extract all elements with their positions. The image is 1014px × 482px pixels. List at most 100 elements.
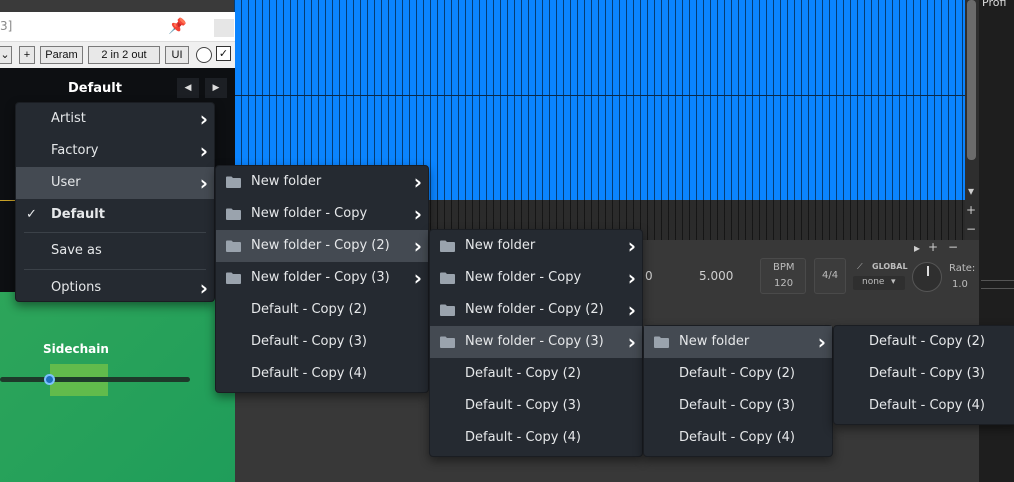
global-label: GLOBAL [872, 262, 908, 271]
folder-icon [226, 272, 241, 284]
bpm-box[interactable]: BPM 120 [760, 258, 806, 294]
time-value-b: 5.000 [699, 269, 734, 283]
close-button[interactable] [214, 19, 234, 37]
sidechain-slider-track[interactable] [0, 377, 190, 382]
menu-item[interactable]: New folder › [430, 230, 642, 262]
global-icon: ⟋ [857, 262, 863, 271]
menu-item[interactable]: New folder - Copy › [430, 262, 642, 294]
zoom-in-icon[interactable]: + [964, 203, 978, 217]
menu-item[interactable]: Default - Copy (2) [834, 326, 1014, 358]
scroll-down-icon[interactable]: ▾ [964, 184, 978, 198]
plugin-title: 3] [0, 19, 13, 33]
menu-item-label: Default - Copy (3) [679, 398, 795, 413]
chevron-right-icon: › [199, 107, 208, 131]
menu-item-label: Options [51, 280, 102, 295]
menu-item-label: New folder [465, 238, 536, 253]
menu-item-label: New folder - Copy (2) [251, 238, 390, 253]
preset-name[interactable]: Default [15, 78, 175, 100]
menu-item-label: Default - Copy (3) [869, 366, 985, 381]
chevron-right-icon: › [413, 202, 422, 226]
menu-item[interactable]: Save as [16, 234, 214, 268]
bpm-value[interactable]: 120 [774, 278, 793, 289]
play-icon[interactable]: ▸ [910, 241, 924, 255]
chevron-right-icon: › [199, 139, 208, 163]
menu-item[interactable]: New folder - Copy (2) › [430, 294, 642, 326]
chevron-right-icon: › [413, 234, 422, 258]
menu-item-label: Artist [51, 111, 86, 126]
param-button[interactable]: Param [40, 46, 83, 64]
menu-item[interactable]: Default - Copy (4) [430, 422, 642, 454]
menu-item[interactable]: New folder - Copy (3) › [430, 326, 642, 358]
io-button[interactable]: 2 in 2 out [88, 46, 160, 64]
menu-item[interactable]: New folder - Copy (3) › [216, 262, 428, 294]
menu-item[interactable]: New folder › [644, 326, 832, 358]
preset-dropdown[interactable]: ⌄ [0, 46, 12, 64]
menu-item[interactable]: Factory › [16, 135, 214, 167]
menu-item[interactable]: Artist › [16, 103, 214, 135]
chevron-right-icon: › [627, 330, 636, 354]
preset-bar: Default ◀ ▶ [15, 78, 229, 100]
enable-checkbox[interactable]: ✓ [216, 46, 231, 61]
menu-item[interactable]: New folder - Copy › [216, 198, 428, 230]
menu-item[interactable]: Default - Copy (4) [834, 390, 1014, 422]
folder-copy-2-submenu: New folder › New folder - Copy › New folder … [429, 229, 643, 457]
menu-item[interactable]: Default - Copy (3) [216, 326, 428, 358]
menu-item[interactable]: Default - Copy (3) [834, 358, 1014, 390]
menu-item[interactable]: Default - Copy (3) [430, 390, 642, 422]
plugin-panel [0, 292, 235, 482]
sidechain-slider-handle[interactable] [44, 374, 55, 385]
dropdown-icon[interactable]: ▾ [891, 277, 896, 287]
vertical-scrollbar-thumb[interactable] [967, 0, 976, 160]
menu-item[interactable]: New folder › [216, 166, 428, 198]
menu-item-label: Default [51, 207, 105, 222]
bpm-label: BPM [773, 262, 795, 273]
folder-icon [654, 336, 669, 348]
plugin-toolbar: ⌄ + Param 2 in 2 out UI ✓ [0, 42, 235, 68]
user-submenu: New folder › New folder - Copy › New folder … [215, 165, 429, 393]
accent-line [0, 200, 16, 201]
menu-item-label: Factory [51, 143, 99, 158]
menu-item[interactable]: Default - Copy (4) [216, 358, 428, 390]
menu-item[interactable]: Options › [16, 271, 214, 305]
rate-label: Rate: [949, 263, 976, 274]
menu-item-label: New folder - Copy (2) [465, 302, 604, 317]
folder-icon [226, 208, 241, 220]
menu-item[interactable]: Default - Copy (2) [216, 294, 428, 326]
time-signature-box[interactable]: 4/4 [814, 258, 846, 294]
menu-item[interactable]: Default - Copy (2) [430, 358, 642, 390]
chevron-right-icon: › [413, 266, 422, 290]
folder-icon [440, 240, 455, 252]
remove-track-icon[interactable]: − [946, 240, 960, 254]
clip-center-line [234, 95, 965, 96]
menu-item[interactable]: Default - Copy (2) [644, 358, 832, 390]
folder-icon [440, 272, 455, 284]
right-panel-divider [981, 288, 1014, 289]
chevron-right-icon: › [627, 234, 636, 258]
preset-next-icon[interactable]: ▶ [205, 78, 227, 98]
menu-item-label: New folder - Copy [465, 270, 582, 285]
preset-prev-icon[interactable]: ◀ [177, 78, 199, 98]
chevron-right-icon: › [199, 276, 208, 300]
folder-icon [440, 304, 455, 316]
sidechain-label: Sidechain [43, 342, 109, 356]
menu-item[interactable]: New folder - Copy (2) › [216, 230, 428, 262]
right-panel-divider [981, 280, 1014, 281]
zoom-out-icon[interactable]: − [964, 222, 978, 236]
menu-item[interactable]: Default - Copy (3) [644, 390, 832, 422]
chevron-right-icon: › [413, 170, 422, 194]
plugin-title-bar[interactable]: 3] 📌 [0, 12, 235, 42]
time-signature[interactable]: 4/4 [822, 270, 838, 281]
menu-item-label: New folder [251, 174, 322, 189]
chevron-right-icon: › [627, 298, 636, 322]
add-button[interactable]: + [19, 46, 35, 64]
pin-icon[interactable]: 📌 [168, 17, 187, 35]
menu-item[interactable]: User › [16, 167, 214, 199]
menu-item[interactable]: ✓ Default [16, 199, 214, 231]
ui-button[interactable]: UI [165, 46, 189, 64]
add-track-icon[interactable]: + [926, 240, 940, 254]
global-box[interactable]: ⟋ GLOBAL none ▾ [853, 258, 908, 294]
rate-knob[interactable] [912, 262, 942, 292]
wet-knob[interactable] [196, 47, 212, 63]
menu-item[interactable]: Default - Copy (4) [644, 422, 832, 454]
check-icon: ✓ [26, 207, 37, 222]
